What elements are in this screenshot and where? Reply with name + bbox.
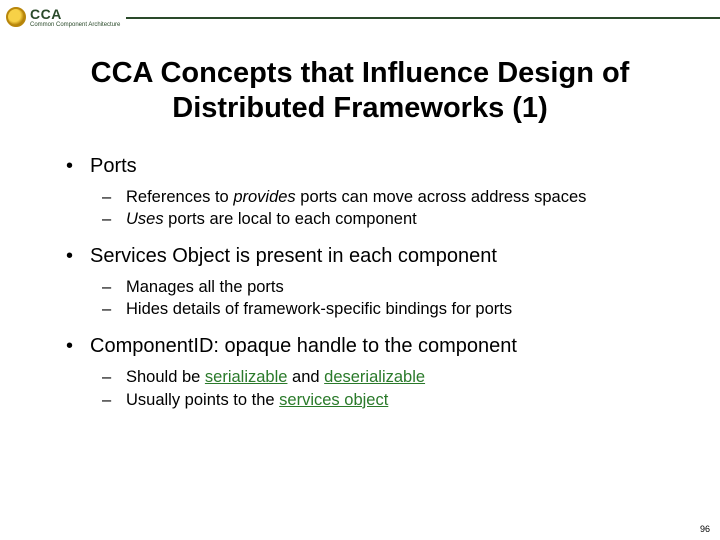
title-line-2: Distributed Frameworks (1)	[172, 92, 547, 124]
bullet-ports: Ports References to provides ports can m…	[66, 154, 668, 230]
term-services-object: services object	[279, 391, 388, 409]
sub-bullet: Hides details of framework-specific bind…	[98, 299, 668, 320]
sub-bullet: Manages all the ports	[98, 277, 668, 298]
bullet-component-id: ComponentID: opaque handle to the compon…	[66, 334, 668, 410]
bullet-label: Services Object is present in each compo…	[90, 245, 497, 267]
sub-list: References to provides ports can move ac…	[90, 187, 668, 230]
header-subtitle: Common Component Architecture	[30, 22, 120, 28]
em-provides: provides	[233, 188, 295, 206]
bullet-services-object: Services Object is present in each compo…	[66, 244, 668, 320]
page-number: 96	[700, 524, 710, 534]
header-divider	[126, 17, 720, 19]
cca-logo-icon	[6, 7, 26, 27]
bullet-label: Ports	[90, 155, 137, 177]
term-serializable: serializable	[205, 368, 288, 386]
header-text-block: CCA Common Component Architecture	[30, 7, 120, 28]
slide-header: CCA Common Component Architecture	[0, 0, 720, 28]
title-line-1: CCA Concepts that Influence Design of	[91, 57, 630, 89]
sub-bullet: Should be serializable and deserializabl…	[98, 367, 668, 388]
slide-content: Ports References to provides ports can m…	[0, 154, 720, 411]
sub-list: Should be serializable and deserializabl…	[90, 367, 668, 410]
sub-bullet: Usually points to the services object	[98, 390, 668, 411]
header-acronym: CCA	[30, 7, 120, 21]
sub-bullet: References to provides ports can move ac…	[98, 187, 668, 208]
bullet-list: Ports References to provides ports can m…	[66, 154, 668, 411]
slide-title: CCA Concepts that Influence Design of Di…	[40, 56, 680, 126]
sub-bullet: Uses ports are local to each component	[98, 209, 668, 230]
em-uses: Uses	[126, 210, 164, 228]
sub-list: Manages all the ports Hides details of f…	[90, 277, 668, 320]
term-deserializable: deserializable	[324, 368, 425, 386]
bullet-label: ComponentID: opaque handle to the compon…	[90, 335, 517, 357]
